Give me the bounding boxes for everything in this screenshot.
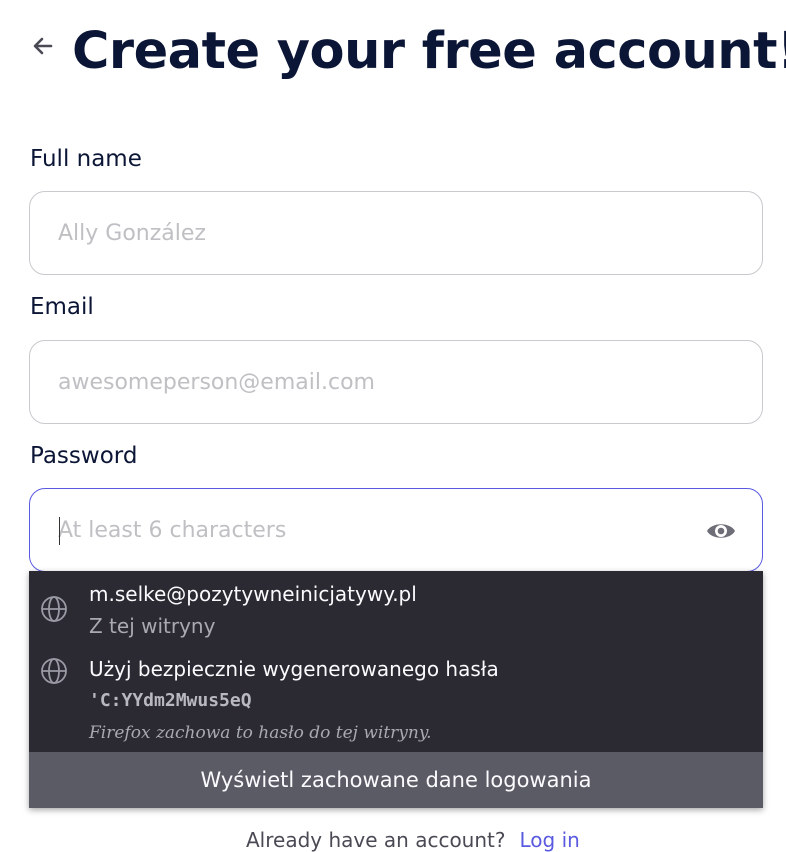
full-name-label: Full name xyxy=(30,146,142,172)
generate-password-note: Firefox zachowa to hasło do tej witryny. xyxy=(89,723,432,743)
full-name-field-box xyxy=(29,191,763,275)
login-prompt: Already have an account? Log in xyxy=(246,828,580,852)
full-name-input[interactable] xyxy=(58,192,698,274)
arrow-left-icon xyxy=(33,37,53,55)
email-label: Email xyxy=(30,294,94,320)
email-field-box xyxy=(29,340,763,424)
generated-password: 'C:YYdm2Mwus5eQ xyxy=(89,690,252,711)
autocomplete-popup: m.selke@pozytywneinicjatywy.pl Z tej wit… xyxy=(29,571,763,808)
back-arrow-icon[interactable] xyxy=(30,30,56,62)
login-prompt-text: Already have an account? xyxy=(246,828,506,852)
text-caret xyxy=(59,517,60,545)
password-label: Password xyxy=(30,443,138,469)
globe-icon xyxy=(41,596,67,622)
page-title: Create your free account! xyxy=(72,22,786,81)
password-input[interactable] xyxy=(58,489,698,571)
saved-login-source: Z tej witryny xyxy=(89,614,216,638)
generate-password-label: Użyj bezpiecznie wygenerowanego hasła xyxy=(89,657,499,681)
view-saved-logins-button[interactable]: Wyświetl zachowane dane logowania xyxy=(29,752,763,808)
login-link[interactable]: Log in xyxy=(519,828,579,852)
saved-login-item[interactable]: m.selke@pozytywneinicjatywy.pl Z tej wit… xyxy=(29,571,763,645)
email-input[interactable] xyxy=(58,341,698,423)
eye-icon[interactable] xyxy=(706,517,736,545)
generate-password-item[interactable]: Użyj bezpiecznie wygenerowanego hasła 'C… xyxy=(29,647,763,751)
password-field-box xyxy=(29,488,763,572)
globe-icon xyxy=(41,658,67,684)
saved-login-email: m.selke@pozytywneinicjatywy.pl xyxy=(89,582,417,606)
